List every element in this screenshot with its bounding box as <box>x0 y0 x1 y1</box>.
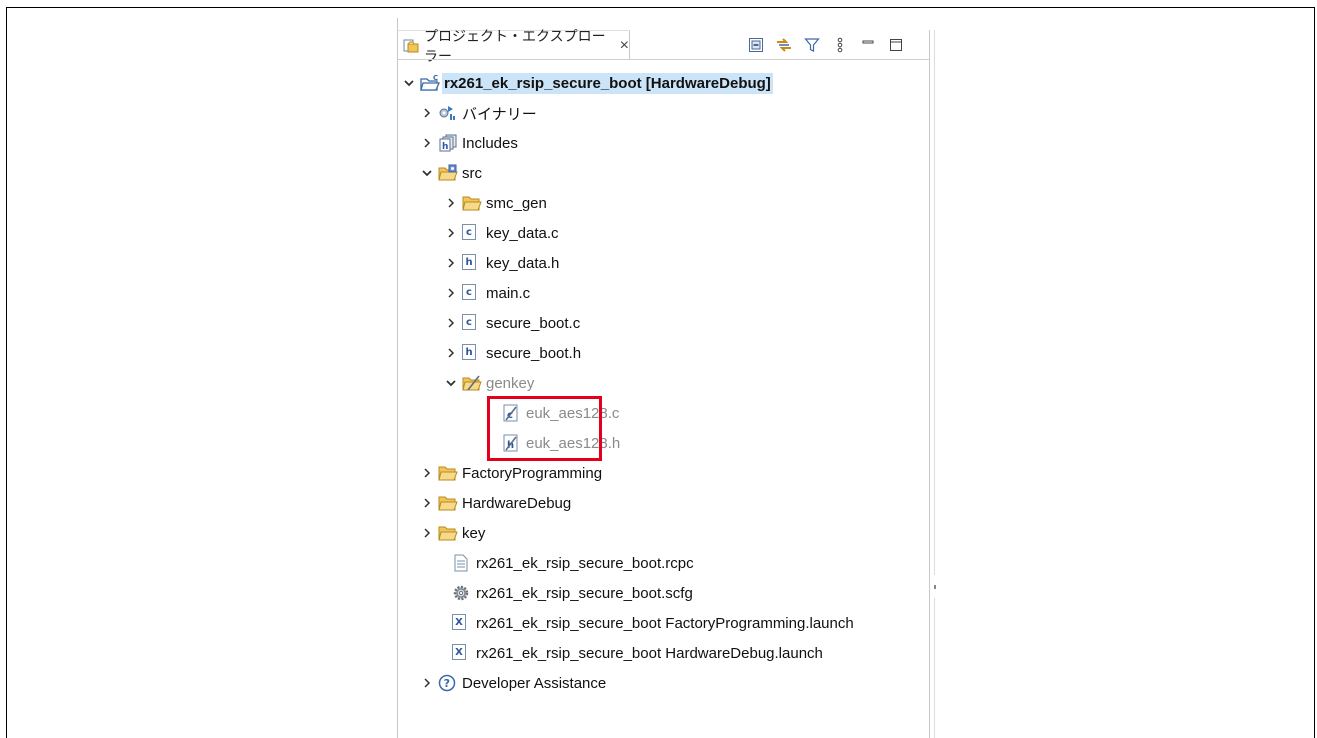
tree-item-genkey[interactable]: genkey <box>444 368 536 398</box>
tree-item-secure-boot-c[interactable]: c secure_boot.c <box>444 308 582 338</box>
maximize-icon[interactable] <box>886 35 906 55</box>
folder-icon <box>438 464 458 482</box>
link-with-editor-icon[interactable] <box>774 35 794 55</box>
chevron-down-icon[interactable] <box>402 76 416 90</box>
c-file-icon: c <box>462 284 480 302</box>
folder-icon <box>438 494 458 512</box>
source-folder-icon <box>438 164 458 182</box>
tree-item-label: genkey <box>486 374 535 392</box>
tree-item-label: secure_boot.h <box>486 344 582 362</box>
tree-item-key[interactable]: key <box>420 518 487 548</box>
tree-item-label: Includes <box>462 134 518 152</box>
chevron-right-icon[interactable] <box>420 466 434 480</box>
collapse-all-icon[interactable] <box>746 35 766 55</box>
launch-file-icon: X <box>452 644 470 662</box>
tree-item-label: rx261_ek_rsip_secure_boot.scfg <box>476 584 693 602</box>
c-file-icon: c <box>462 314 480 332</box>
folder-icon <box>462 194 482 212</box>
tree-item-label: バイナリー <box>462 105 537 123</box>
tree-item-label: HardwareDebug <box>462 494 572 512</box>
tree-item-label: euk_aes128.h <box>526 434 621 452</box>
chevron-right-icon[interactable] <box>420 106 434 120</box>
scrollbar-track-lower[interactable] <box>934 598 935 738</box>
tree-item-label: Developer Assistance <box>462 674 607 692</box>
tree-item-label: key_data.c <box>486 224 559 242</box>
tree-item-label: FactoryProgramming <box>462 464 603 482</box>
tree-item-label: src <box>462 164 482 182</box>
tree-item-label: main.c <box>486 284 531 302</box>
excluded-h-file-icon: h <box>502 434 520 452</box>
filter-icon[interactable] <box>802 35 822 55</box>
binaries-icon <box>438 104 456 122</box>
excluded-c-file-icon: c <box>502 404 520 422</box>
tree-item-label: rx261_ek_rsip_secure_boot FactoryProgram… <box>476 614 854 632</box>
tree-item-binaries[interactable]: バイナリー <box>420 98 539 128</box>
svg-text:h: h <box>442 142 448 152</box>
chevron-right-icon[interactable] <box>444 256 458 270</box>
chevron-down-icon[interactable] <box>420 166 434 180</box>
tree-item-includes[interactable]: h Includes <box>420 128 520 158</box>
chevron-right-icon[interactable] <box>420 496 434 510</box>
c-file-icon: c <box>462 224 480 242</box>
tree-item-key-data-h[interactable]: h key_data.h <box>444 248 561 278</box>
tree-item-src[interactable]: src <box>420 158 484 188</box>
tree-item-label: smc_gen <box>486 194 547 212</box>
h-file-icon: h <box>462 344 480 362</box>
tree-item-key-data-c[interactable]: c key_data.c <box>444 218 561 248</box>
tree-item-label: secure_boot.c <box>486 314 581 332</box>
tree-item-euk-aes128-c[interactable]: c euk_aes128.c <box>502 398 621 428</box>
tree-item-label: key <box>462 524 486 542</box>
h-file-icon: h <box>462 254 480 272</box>
chevron-right-icon[interactable] <box>420 136 434 150</box>
tree-item-project[interactable]: C rx261_ek_rsip_secure_boot [HardwareDeb… <box>402 68 773 98</box>
c-project-folder-icon: C <box>420 74 440 92</box>
tree-item-secure-boot-h[interactable]: h secure_boot.h <box>444 338 583 368</box>
minimize-icon[interactable] <box>858 35 878 55</box>
help-icon: ? <box>438 674 456 692</box>
svg-text:C: C <box>433 74 438 82</box>
tree-item-smc-gen[interactable]: smc_gen <box>444 188 549 218</box>
tree-item-label: rx261_ek_rsip_secure_boot HardwareDebug.… <box>476 644 823 662</box>
tab-project-explorer[interactable]: プロジェクト・エクスプローラー × <box>398 28 630 64</box>
gear-icon <box>452 584 470 602</box>
chevron-down-icon[interactable] <box>444 376 458 390</box>
pane-divider-right <box>929 30 930 738</box>
pane-divider-left <box>397 18 398 738</box>
excluded-folder-icon <box>462 374 482 392</box>
tree-item-label: rx261_ek_rsip_secure_boot.rcpc <box>476 554 694 572</box>
chevron-right-icon[interactable] <box>444 196 458 210</box>
chevron-right-icon[interactable] <box>444 226 458 240</box>
tree-item-developer-assistance[interactable]: ? Developer Assistance <box>420 668 608 698</box>
chevron-right-icon[interactable] <box>444 286 458 300</box>
includes-icon: h <box>438 134 457 152</box>
scrollbar-track[interactable] <box>934 30 935 575</box>
tab-underline <box>398 59 929 60</box>
svg-text:?: ? <box>444 677 450 690</box>
tree-item-launch-hw[interactable]: X rx261_ek_rsip_secure_boot HardwareDebu… <box>452 638 825 668</box>
tree-item-factory-programming[interactable]: FactoryProgramming <box>420 458 604 488</box>
tree-item-label: key_data.h <box>486 254 560 272</box>
text-file-icon <box>452 554 470 572</box>
view-menu-icon[interactable] <box>830 35 850 55</box>
tree-item-launch-factory[interactable]: X rx261_ek_rsip_secure_boot FactoryProgr… <box>452 608 856 638</box>
tree-item-label: rx261_ek_rsip_secure_boot [HardwareDebug… <box>442 72 773 94</box>
tree-item-euk-aes128-h[interactable]: h euk_aes128.h <box>502 428 622 458</box>
chevron-right-icon[interactable] <box>444 316 458 330</box>
folder-icon <box>438 524 458 542</box>
close-icon[interactable]: × <box>620 37 629 55</box>
sash-handle[interactable] <box>934 585 936 589</box>
launch-file-icon: X <box>452 614 470 632</box>
tree-item-rcpc[interactable]: rx261_ek_rsip_secure_boot.rcpc <box>452 548 696 578</box>
project-explorer-icon <box>403 38 419 54</box>
view-toolbar <box>746 34 914 56</box>
chevron-right-icon[interactable] <box>444 346 458 360</box>
tree-item-scfg[interactable]: rx261_ek_rsip_secure_boot.scfg <box>452 578 695 608</box>
tree-item-main-c[interactable]: c main.c <box>444 278 532 308</box>
tree-item-hardware-debug[interactable]: HardwareDebug <box>420 488 573 518</box>
chevron-right-icon[interactable] <box>420 676 434 690</box>
tree-item-label: euk_aes128.c <box>526 404 620 422</box>
chevron-right-icon[interactable] <box>420 526 434 540</box>
